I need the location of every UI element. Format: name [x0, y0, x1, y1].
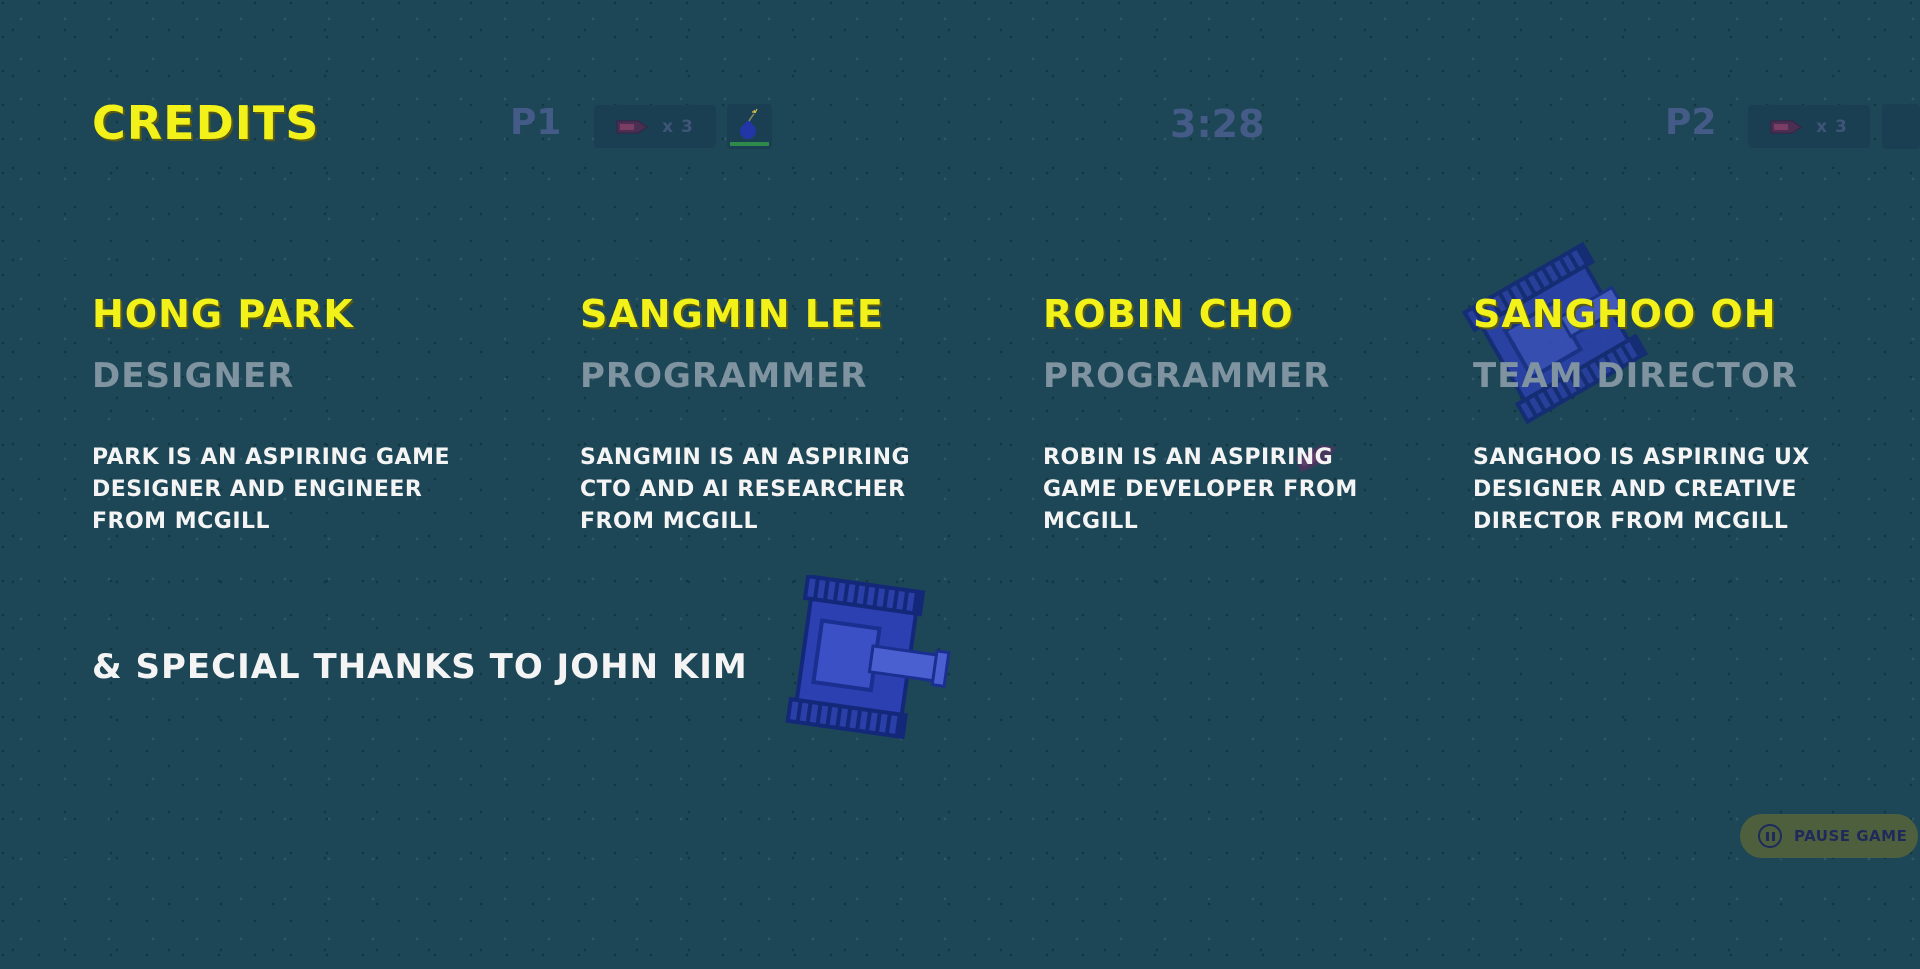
p1-special-ready-bar: [730, 142, 769, 146]
pause-game-label: PAUSE GAME: [1794, 827, 1908, 845]
credit-role: DESIGNER: [92, 356, 295, 396]
shell-icon: [1770, 120, 1803, 133]
shell-icon: [616, 120, 649, 133]
credit-role: PROGRAMMER: [1043, 356, 1331, 396]
p1-ammo-box: x 3: [594, 105, 716, 148]
credit-bio: PARK IS AN ASPIRING GAME DESIGNER AND EN…: [92, 445, 451, 534]
p2-label: P2: [1665, 102, 1717, 143]
p1-special-slot[interactable]: [727, 104, 772, 149]
credit-hong-park: HONG PARK DESIGNER PARK IS AN ASPIRING G…: [92, 292, 472, 538]
p1-ammo-count: x 3: [662, 116, 694, 137]
credit-sangmin-lee: SANGMIN LEE PROGRAMMER SANGMIN IS AN ASP…: [580, 292, 960, 538]
credit-role: TEAM DIRECTOR: [1473, 356, 1798, 396]
credit-bio: SANGHOO IS ASPIRING UX DESIGNER AND CREA…: [1473, 445, 1810, 534]
credit-sanghoo-oh: SANGHOO OH TEAM DIRECTOR SANGHOO IS ASPI…: [1473, 292, 1853, 538]
credit-bio: SANGMIN IS AN ASPIRING CTO AND AI RESEAR…: [580, 445, 911, 534]
p2-ammo-count: x 3: [1816, 116, 1848, 137]
pause-game-button[interactable]: PAUSE GAME: [1740, 814, 1918, 858]
player-tank: [785, 575, 951, 740]
credit-name: HONG PARK: [92, 292, 354, 336]
hud: CREDITS P1 x 3 3:28 P2 x 3: [0, 0, 1920, 170]
page-title: CREDITS: [92, 96, 320, 150]
credit-name: SANGMIN LEE: [580, 292, 884, 336]
p2-ammo-box: x 3: [1748, 105, 1870, 148]
special-thanks: & SPECIAL THANKS TO JOHN KIM: [92, 647, 748, 687]
credit-name: SANGHOO OH: [1473, 292, 1777, 336]
p1-label: P1: [510, 102, 562, 143]
p2-special-slot[interactable]: [1882, 104, 1920, 149]
credit-robin-cho: ROBIN CHO PROGRAMMER ROBIN IS AN ASPIRIN…: [1043, 292, 1423, 538]
credit-bio: ROBIN IS AN ASPIRING GAME DEVELOPER FROM…: [1043, 445, 1358, 534]
credit-name: ROBIN CHO: [1043, 292, 1294, 336]
pause-icon: [1758, 824, 1782, 848]
credit-role: PROGRAMMER: [580, 356, 868, 396]
match-timer: 3:28: [1170, 102, 1265, 146]
